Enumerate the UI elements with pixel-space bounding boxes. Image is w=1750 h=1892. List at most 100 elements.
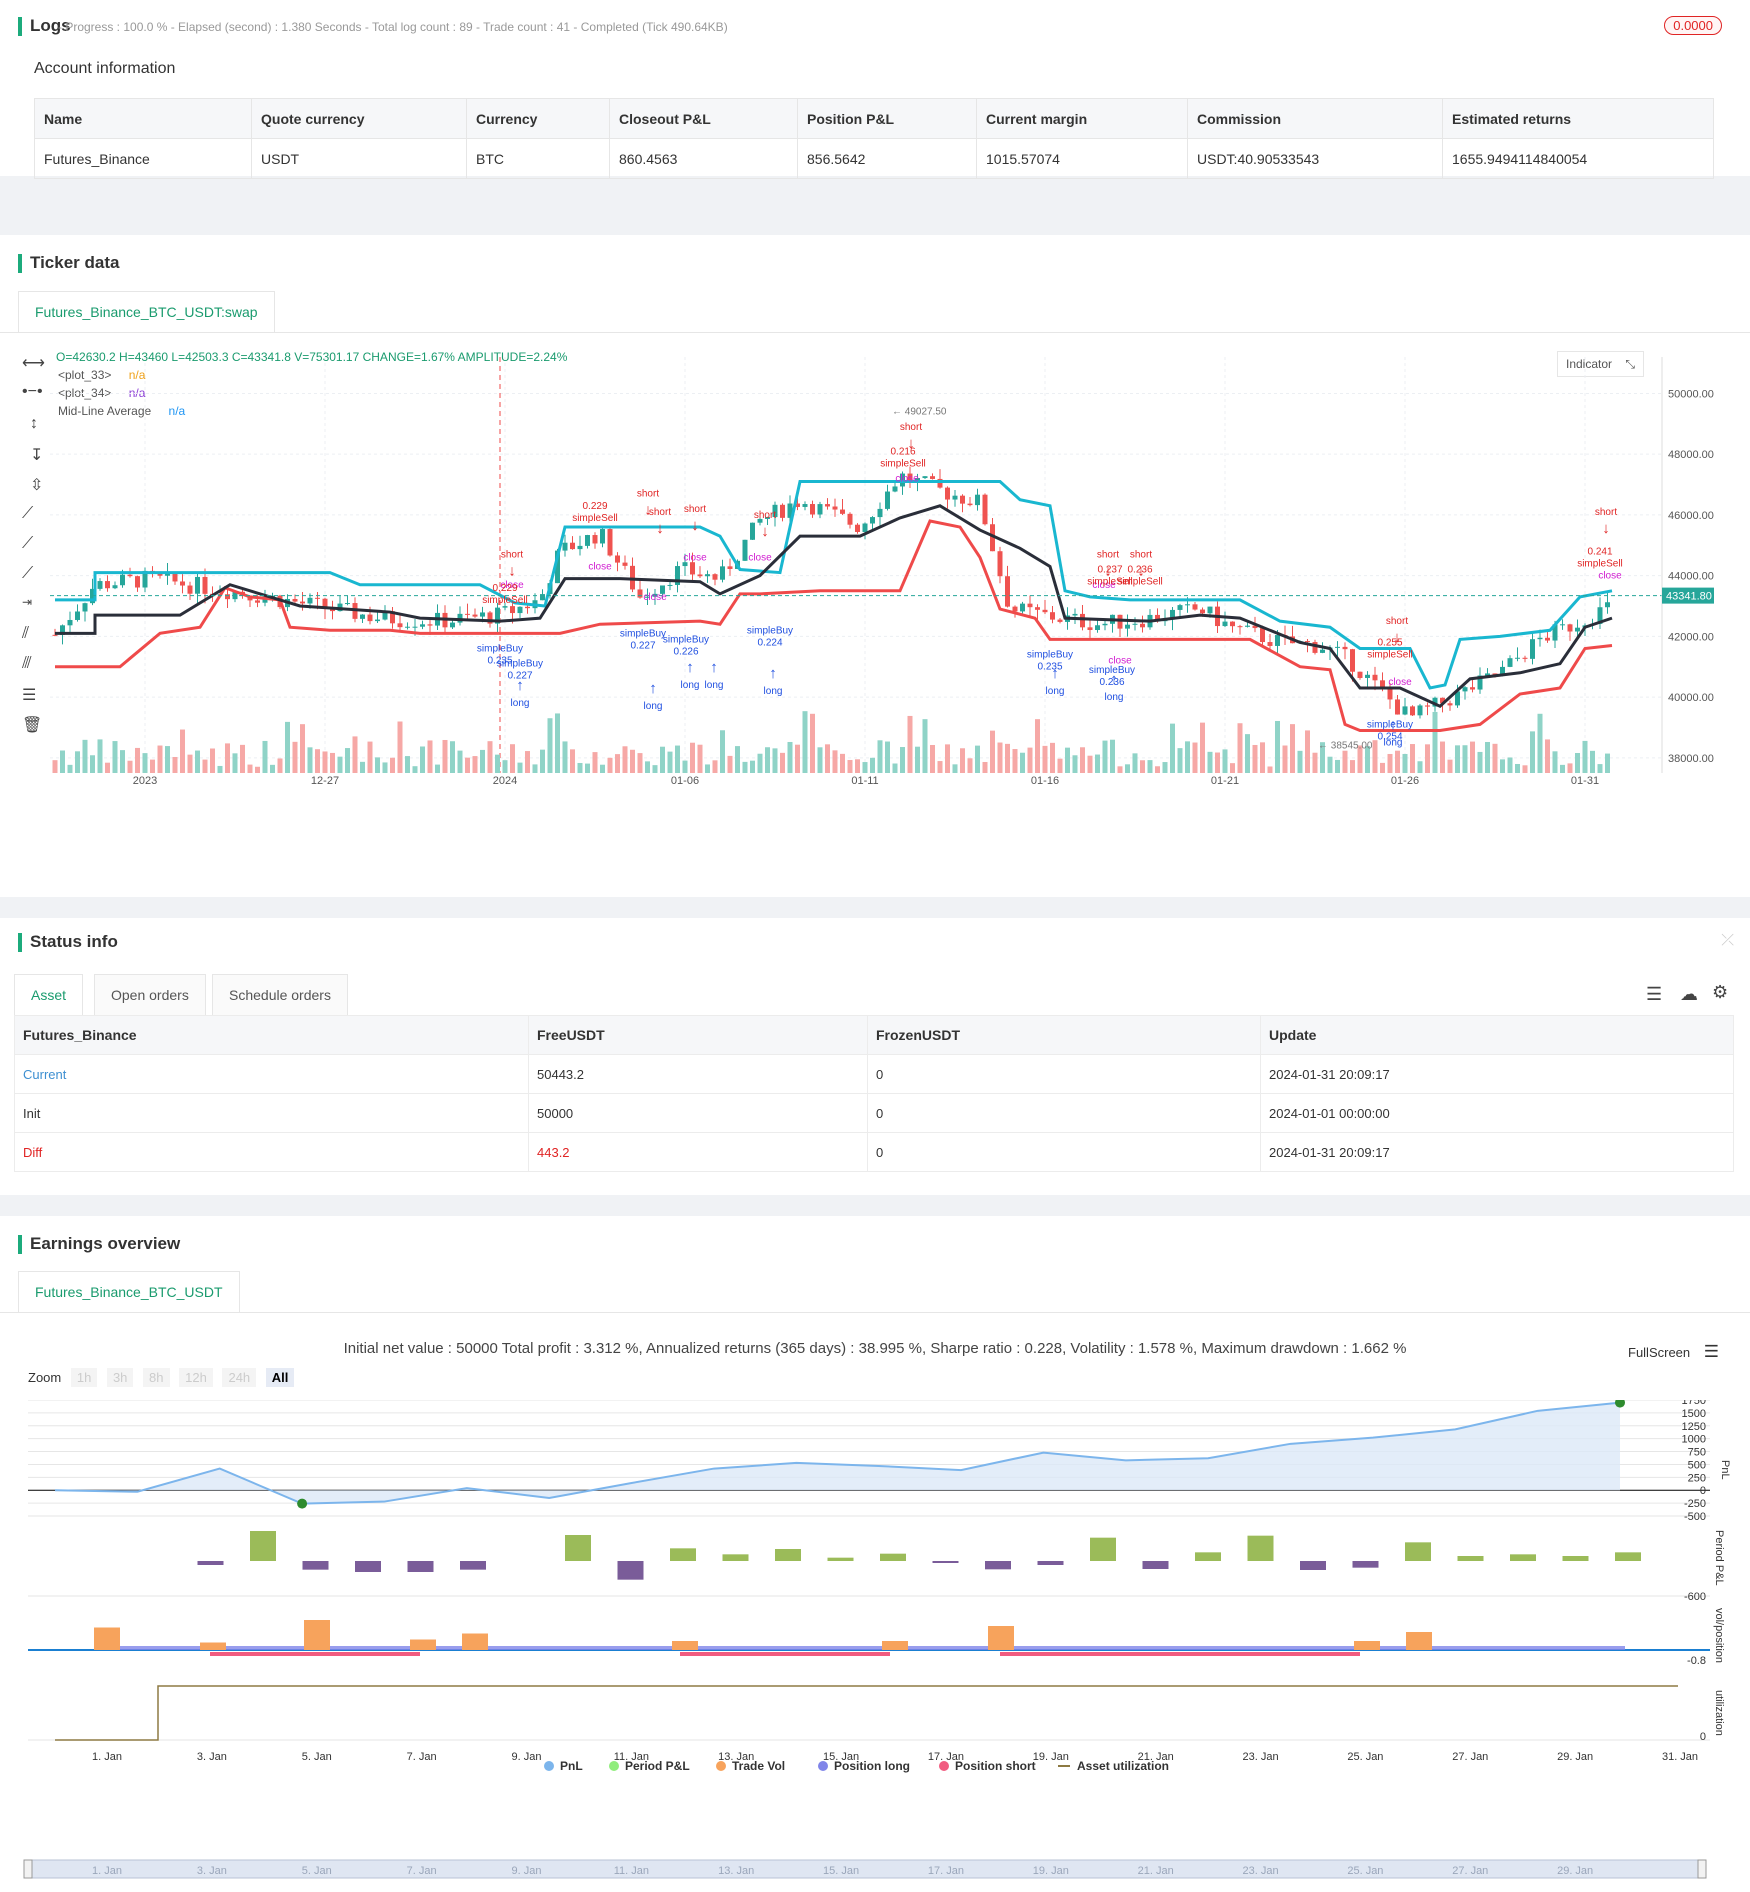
legend-item: PnL (560, 1759, 583, 1773)
volume-bar (345, 748, 350, 773)
volume-bar (780, 752, 785, 773)
volume-bar (600, 764, 605, 773)
menu-icon[interactable]: ☰ (1704, 1342, 1719, 1361)
asset-free: 50000 (528, 1093, 868, 1133)
simple-buy-label: simpleBuy (1089, 665, 1135, 676)
candle-body (525, 606, 530, 609)
long-arrow-icon: ↑ (649, 680, 657, 697)
gear-icon[interactable]: ⚙ (1712, 982, 1728, 1003)
simple-buy-value: 0.226 (673, 646, 698, 657)
period-pnl-bar (1352, 1561, 1379, 1568)
candle-body (705, 574, 710, 577)
zoom-24h[interactable]: 24h (222, 1368, 257, 1387)
volume-bar (675, 745, 680, 773)
fullscreen-button[interactable]: FullScreen ☰ (1628, 1342, 1719, 1362)
candle-body (615, 555, 620, 563)
volume-bar (1267, 766, 1273, 773)
collapse-icon[interactable]: ⤫ (1721, 932, 1734, 950)
legend-item: Trade Vol (732, 1759, 785, 1773)
asset-row-label[interactable]: Current (14, 1054, 529, 1094)
volume-bar (555, 713, 560, 773)
candle-body (1357, 671, 1363, 678)
volume-bar (120, 750, 125, 773)
zoom-3h[interactable]: 3h (106, 1368, 134, 1387)
navigator-date-label: 7. Jan (407, 1865, 437, 1877)
candle-body (585, 535, 590, 546)
candle-body (1132, 623, 1138, 625)
volume-bar (907, 715, 913, 773)
long-signal-label: long (681, 680, 700, 691)
candle-body (607, 529, 613, 556)
zoom-all[interactable]: All (265, 1368, 295, 1387)
volume-bar (1567, 763, 1573, 773)
candle-body (112, 585, 118, 589)
earnings-symbol-tab[interactable]: Futures_Binance_BTC_USDT (18, 1271, 240, 1312)
volume-bar (180, 729, 185, 773)
date-tick-label: 9. Jan (511, 1751, 541, 1763)
volume-bar (435, 764, 440, 773)
volume-bar (757, 753, 763, 773)
ticker-panel: Ticker data Futures_Binance_BTC_USDT:swa… (0, 235, 1750, 897)
period-pnl-bar (1457, 1556, 1484, 1561)
candle-body (1050, 612, 1055, 620)
candle-body (1425, 705, 1430, 707)
pnl-tick-label: 500 (1688, 1459, 1706, 1471)
legend-item: Position short (955, 1759, 1036, 1773)
status-panel: Status info ⤫ Asset Open orders Schedule… (0, 918, 1750, 1195)
asset-col: Futures_Binance (14, 1015, 529, 1055)
legend-symbol (544, 1761, 554, 1771)
trade-vol-bar (988, 1626, 1014, 1650)
candle-body (577, 545, 583, 550)
navigator-date-label: 29. Jan (1557, 1865, 1593, 1877)
candle-body (1417, 705, 1423, 716)
volume-bar (367, 741, 373, 773)
zoom-8h[interactable]: 8h (143, 1368, 170, 1387)
candle-body (750, 522, 755, 540)
short-arrow-icon: ↓ (508, 562, 516, 579)
simple-buy-value: 0.227 (630, 640, 655, 651)
volume-bar (562, 741, 568, 773)
pnl-tick-label: -500 (1684, 1511, 1706, 1523)
tab-schedule-orders[interactable]: Schedule orders (212, 974, 348, 1015)
simple-buy-label: simpleBuy (497, 659, 543, 670)
volume-bar (667, 751, 673, 773)
legend-item: Period P&L (625, 1759, 690, 1773)
volume-bar (1065, 747, 1070, 773)
candle-body (1260, 628, 1265, 643)
ticker-symbol-tab[interactable]: Futures_Binance_BTC_USDT:swap (18, 291, 275, 332)
navigator-date-label: 15. Jan (823, 1865, 859, 1877)
volume-bar (1042, 745, 1048, 773)
volume-bar (1072, 755, 1078, 773)
price-chart[interactable]: short↓short↓short↓short↓short↓short↓shor… (0, 357, 1750, 787)
earnings-panel: Earnings overview Futures_Binance_BTC_US… (0, 1216, 1750, 1892)
simple-sell-label: simpleSell (1117, 577, 1163, 588)
volume-bar (787, 741, 793, 773)
volume-bar (157, 745, 163, 773)
zoom-1h[interactable]: 1h (70, 1368, 98, 1387)
volume-bar (990, 730, 995, 773)
asset-header-row: Futures_Binance FreeUSDT FrozenUSDT Upda… (14, 1015, 1734, 1055)
volume-bar (622, 746, 628, 773)
cloud-icon[interactable]: ☁ (1680, 984, 1698, 1005)
logs-badge[interactable]: 0.0000 (1664, 16, 1722, 35)
zoom-12h[interactable]: 12h (179, 1368, 213, 1387)
position-short-bar (680, 1652, 890, 1656)
candle-body (862, 523, 868, 532)
volume-bar (1237, 723, 1243, 773)
list-icon[interactable]: ☰ (1646, 984, 1662, 1005)
candle-body (952, 495, 958, 500)
tab-open-orders[interactable]: Open orders (94, 974, 206, 1015)
trade-vol-bar (1406, 1632, 1432, 1650)
account-col: Commission (1187, 98, 1443, 139)
volume-bar (1417, 761, 1423, 773)
volume-bar (1507, 757, 1513, 773)
volume-bar (375, 757, 380, 773)
simple-buy-value: 0.254 (1377, 731, 1402, 742)
candle-body (780, 504, 785, 518)
volume-bar (525, 751, 530, 773)
navigator-bar[interactable]: 1. Jan 3. Jan 5. Jan 7. Jan 9. Jan 11. Jan 13.… (0, 1846, 1750, 1886)
volume-bar (847, 759, 853, 773)
tab-asset[interactable]: Asset (14, 974, 84, 1015)
earnings-chart[interactable]: 17501500125010007505002500-250-500PnL-60… (0, 1400, 1750, 1800)
volume-bar (1477, 751, 1483, 773)
